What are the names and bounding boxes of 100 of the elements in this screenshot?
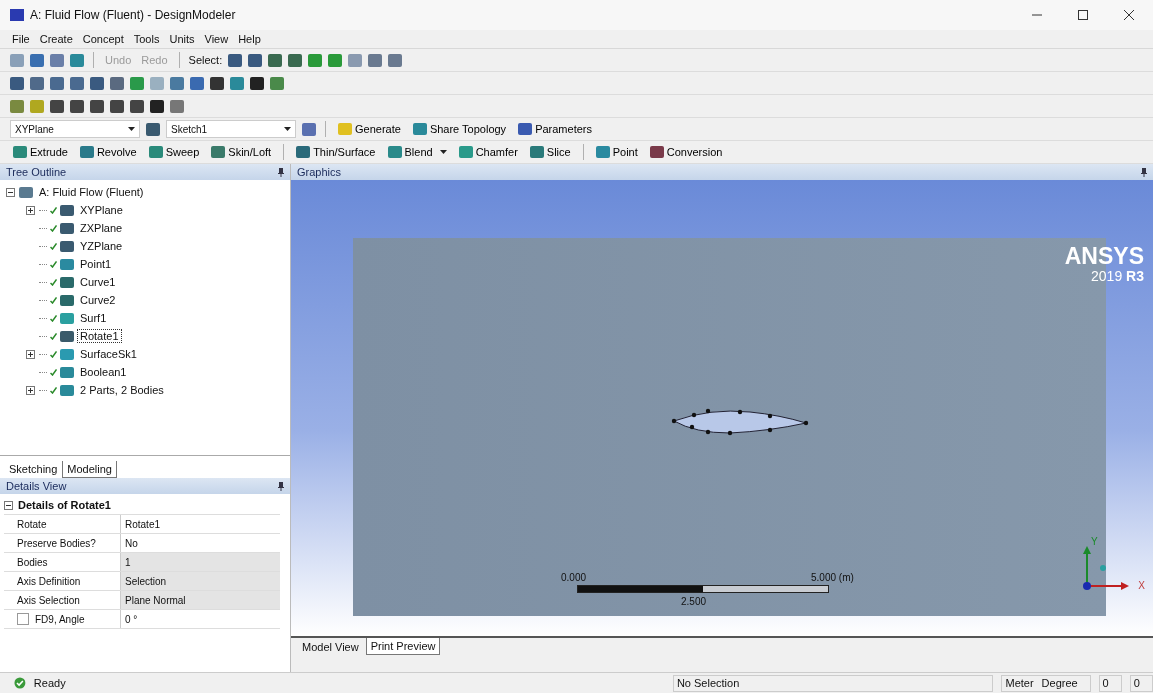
mode-tab[interactable]: Modeling xyxy=(62,461,117,478)
toolbar-icon[interactable] xyxy=(50,99,64,113)
expand-toggle[interactable] xyxy=(26,205,36,215)
close-icon[interactable] xyxy=(1123,9,1135,21)
feature-button[interactable]: Thin/Surface xyxy=(293,146,379,158)
tree-item[interactable]: ZXPlane xyxy=(77,221,126,235)
new-sketch-icon[interactable] xyxy=(302,122,316,136)
ready-icon xyxy=(14,676,26,690)
feature-button[interactable]: Chamfer xyxy=(455,146,521,158)
tree-node-icon xyxy=(60,240,74,252)
sketch-dropdown[interactable]: Sketch1 xyxy=(166,120,296,138)
caret-icon[interactable] xyxy=(284,127,291,131)
tree-item[interactable]: SurfaceSk1 xyxy=(77,347,140,361)
view-tab[interactable]: Model View xyxy=(297,638,364,656)
property-value[interactable]: Rotate1 xyxy=(121,515,280,533)
tree-item[interactable]: XYPlane xyxy=(77,203,126,217)
tree-item[interactable]: 2 Parts, 2 Bodies xyxy=(77,383,167,397)
pin-icon[interactable] xyxy=(278,167,284,177)
feature-button[interactable]: Slice xyxy=(526,146,574,158)
tree-node-icon xyxy=(60,348,74,360)
tree-node-icon xyxy=(60,366,74,378)
tree-item[interactable]: Boolean1 xyxy=(77,365,130,379)
toolbar-icon[interactable] xyxy=(110,99,124,113)
caret-icon[interactable] xyxy=(439,150,447,154)
feature-button[interactable]: Skin/Loft xyxy=(208,146,275,158)
ansys-logo: ANSYS xyxy=(1064,244,1144,268)
toolbar-icon[interactable] xyxy=(248,53,263,67)
menu-item[interactable]: View xyxy=(204,33,229,45)
menu-item[interactable]: Concept xyxy=(82,33,124,45)
property-value[interactable]: Plane Normal xyxy=(121,591,280,609)
tree-item[interactable]: Curve1 xyxy=(77,275,119,289)
panel-header: Tree Outline xyxy=(0,164,290,180)
collapse-toggle[interactable] xyxy=(4,500,14,510)
tree-item[interactable]: YZPlane xyxy=(77,239,126,253)
menu-item[interactable]: Help xyxy=(238,33,261,45)
length-unit: Meter xyxy=(1005,677,1034,689)
menu-item[interactable]: Tools xyxy=(133,33,160,45)
tree-item[interactable]: Rotate1 xyxy=(77,329,122,343)
pin-icon[interactable] xyxy=(1141,167,1147,177)
toolbar-icon[interactable] xyxy=(70,99,84,113)
tree-node-icon xyxy=(60,294,74,306)
check-icon xyxy=(50,350,57,358)
toolbar-icon[interactable] xyxy=(150,99,164,113)
new-plane-icon[interactable] xyxy=(146,122,160,136)
tree-item[interactable]: Surf1 xyxy=(77,311,110,325)
property-value[interactable]: Selection xyxy=(121,572,280,590)
feature-button[interactable]: Point xyxy=(592,146,641,158)
check-icon xyxy=(50,260,57,268)
parameter-checkbox[interactable] xyxy=(17,613,29,625)
check-icon xyxy=(50,386,57,394)
pin-icon[interactable] xyxy=(278,481,284,491)
property-label: Rotate xyxy=(4,515,121,533)
check-icon xyxy=(50,206,57,214)
toolbar-button[interactable]: Parameters xyxy=(515,123,595,135)
toolbar-button[interactable]: Generate xyxy=(335,123,404,135)
tree-node-icon xyxy=(60,312,74,324)
feature-button[interactable]: Extrude xyxy=(10,146,71,158)
axis-label: X xyxy=(1138,580,1145,591)
tree-node-icon xyxy=(60,276,74,288)
tree-node-icon xyxy=(60,384,74,396)
toolbar-icon[interactable] xyxy=(228,53,243,67)
check-icon xyxy=(50,332,57,340)
expand-toggle[interactable] xyxy=(26,385,36,395)
property-label: Preserve Bodies? xyxy=(4,534,121,552)
app-logo-icon xyxy=(10,9,24,21)
status-field: 0 xyxy=(1098,674,1122,692)
tree-node-icon xyxy=(60,204,74,216)
toolbar-button[interactable]: Share Topology xyxy=(409,123,510,135)
toolbar-icon[interactable] xyxy=(90,76,104,90)
panel-header: Details View xyxy=(0,478,290,494)
property-value[interactable]: 1 xyxy=(121,553,280,571)
tree-item[interactable]: Curve2 xyxy=(77,293,119,307)
expand-toggle[interactable] xyxy=(26,349,36,359)
feature-button[interactable]: Revolve xyxy=(76,146,140,158)
property-value[interactable]: No xyxy=(121,534,280,552)
property-label: FD9, Angle xyxy=(4,610,121,628)
menu-item[interactable]: File xyxy=(12,33,30,45)
mode-tab[interactable]: Sketching xyxy=(4,460,63,478)
check-icon xyxy=(50,278,57,286)
toolbar-icon[interactable] xyxy=(250,76,264,90)
check-icon xyxy=(50,296,57,304)
tree-node-icon xyxy=(60,258,74,270)
scale-label: 5.000 (m) xyxy=(811,572,854,583)
menu-item[interactable]: Units xyxy=(169,33,195,45)
feature-button[interactable]: Sweep xyxy=(145,146,203,158)
caret-icon[interactable] xyxy=(128,127,135,131)
toolbar-icon[interactable] xyxy=(90,99,104,113)
property-value[interactable]: 0 ° xyxy=(121,610,280,628)
feature-button[interactable]: Blend xyxy=(384,146,450,158)
menu-item[interactable]: Create xyxy=(39,33,73,45)
tree-item[interactable]: A: Fluid Flow (Fluent) xyxy=(36,185,147,199)
toolbar-icon[interactable] xyxy=(210,76,224,90)
maximize-icon[interactable] xyxy=(1077,9,1089,21)
collapse-toggle[interactable] xyxy=(6,187,16,197)
toolbar-icon[interactable] xyxy=(10,76,24,90)
toolbar-icon[interactable] xyxy=(130,99,144,113)
tree-item[interactable]: Point1 xyxy=(77,257,115,271)
feature-button[interactable]: Conversion xyxy=(646,146,726,158)
plane-dropdown[interactable]: XYPlane xyxy=(10,120,140,138)
view-tab[interactable]: Print Preview xyxy=(365,638,441,655)
